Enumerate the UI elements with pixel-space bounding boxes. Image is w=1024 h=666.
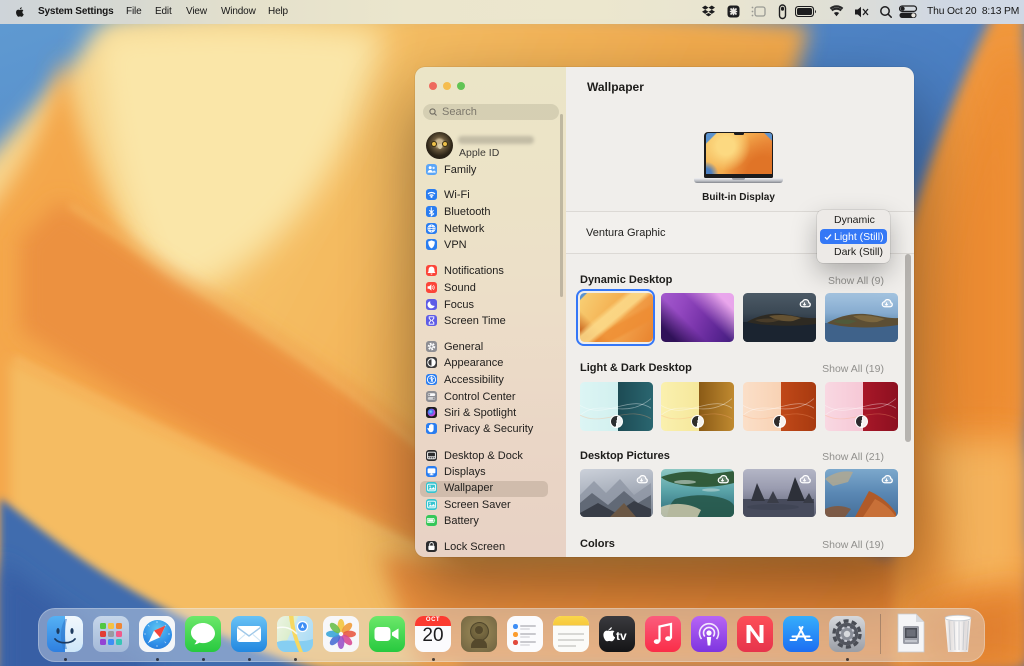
svg-text:tv: tv (616, 629, 627, 643)
